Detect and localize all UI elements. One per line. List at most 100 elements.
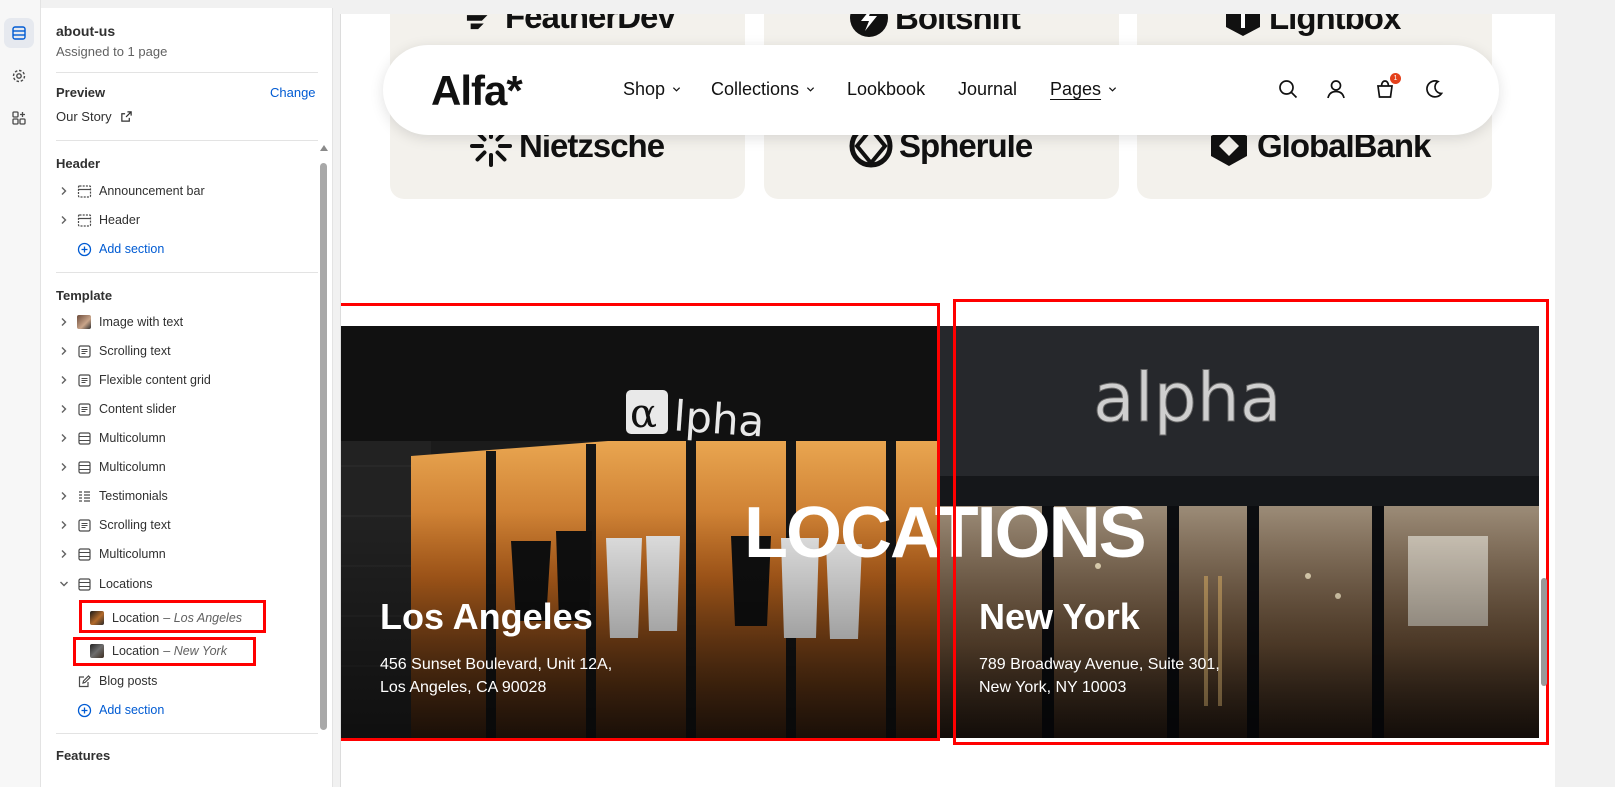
section-multicolumn[interactable]: Multicolumn [56,542,166,566]
columns-icon [76,546,92,562]
nav-lookbook[interactable]: Lookbook [847,79,925,100]
add-section-header-button[interactable]: Add section [56,237,164,261]
dark-mode-moon-icon[interactable] [1423,78,1445,100]
chevron-right-icon[interactable] [56,546,72,562]
plus-circle-icon [76,241,92,257]
section-locations[interactable]: Locations [56,572,153,596]
chevron-right-icon[interactable] [56,401,72,417]
testimonials-icon [76,488,92,504]
icon-rail [0,0,41,787]
section-label: Scrolling text [99,518,171,532]
settings-nav-button[interactable] [4,61,34,91]
section-label: Multicolumn [99,431,166,445]
features-group-title: Features [56,748,111,763]
section-scrolling-text[interactable]: Scrolling text [56,513,171,537]
section-label: Flexible content grid [99,373,211,387]
chevron-right-icon[interactable] [56,183,72,199]
section-label: Announcement bar [99,184,205,198]
section-label: Content slider [99,402,177,416]
section-flexible-content-grid[interactable]: Flexible content grid [56,368,211,392]
highlight-box-los-angeles-card [341,303,940,741]
section-announcement-bar[interactable]: Announcement bar [56,179,205,203]
columns-icon [76,576,92,592]
template-group-title: Template [56,288,113,303]
divider [56,140,318,141]
preview-scrollbar-thumb[interactable] [1541,578,1547,686]
preview-page-name: Our Story [56,109,112,124]
chevron-right-icon[interactable] [56,488,72,504]
section-content-slider[interactable]: Content slider [56,397,176,421]
gear-icon [12,69,26,83]
chevron-down-icon [806,87,815,92]
sections-sidebar: about-us Assigned to 1 page Preview Chan… [41,8,333,787]
section-layout-icon [76,212,92,228]
chevron-right-icon[interactable] [56,459,72,475]
external-link-icon[interactable] [120,110,133,123]
text-block-icon [76,517,92,533]
search-icon[interactable] [1277,78,1299,100]
section-scrolling-text[interactable]: Scrolling text [56,339,171,363]
logo-lightbox: Lightbox [1223,14,1401,38]
chevron-right-icon[interactable] [56,343,72,359]
add-section-label: Add section [99,242,165,256]
account-icon[interactable] [1325,78,1347,100]
chevron-right-icon[interactable] [56,314,72,330]
chevron-right-icon[interactable] [56,372,72,388]
chevron-right-icon[interactable] [56,212,72,228]
divider [56,272,318,273]
chevron-down-icon[interactable] [56,576,72,592]
section-label: Image with text [99,315,184,329]
columns-icon [76,459,92,475]
section-testimonials[interactable]: Testimonials [56,484,168,508]
chevron-down-icon [1108,87,1117,92]
scrollbar-thumb[interactable] [320,163,327,730]
change-preview-link[interactable]: Change [270,85,316,100]
plus-circle-icon [76,702,92,718]
sections-nav-button[interactable] [4,18,34,48]
apps-nav-button[interactable] [4,103,34,133]
store-logo[interactable]: Alfa* [431,67,523,115]
lightbox-logo-icon [1226,14,1260,36]
section-label: Locations [99,577,153,591]
section-multicolumn[interactable]: Multicolumn [56,455,166,479]
preview-label: Preview [56,85,106,100]
section-label: Scrolling text [99,344,171,358]
cart-button[interactable]: 1 [1374,73,1401,100]
apps-icon [12,111,26,125]
text-block-icon [76,343,92,359]
cart-count-badge: 1 [1390,73,1401,84]
section-image-with-text[interactable]: Image with text [56,310,183,334]
chevron-right-icon[interactable] [56,517,72,533]
add-section-template-button[interactable]: Add section [56,698,164,722]
section-label: Blog posts [99,674,158,688]
section-label: Multicolumn [99,460,166,474]
boltshift-logo-icon [850,14,888,37]
nav-journal[interactable]: Journal [958,79,1017,100]
divider [56,72,318,73]
sections-icon [12,26,26,40]
image-thumbnail-icon [76,314,92,330]
nav-collections[interactable]: Collections [711,79,815,100]
section-multicolumn[interactable]: Multicolumn [56,426,166,450]
text-block-icon [76,401,92,417]
header-group-title: Header [56,156,101,171]
section-header[interactable]: Header [56,208,140,232]
preview-value[interactable]: Our Story [56,109,133,124]
page-assignment: Assigned to 1 page [56,44,168,59]
chevron-right-icon[interactable] [56,430,72,446]
logo-boltshift: Boltshift [849,14,1021,38]
store-preview: FeatherDev Boltshift Lightbox Nietzsche … [340,14,1555,787]
highlight-box-los-angeles [79,600,266,633]
section-blog-posts[interactable]: Blog posts [56,669,157,693]
featherdev-logo-icon [466,15,488,30]
nav-shop[interactable]: Shop [623,79,681,100]
section-label: Multicolumn [99,547,166,561]
nav-pages[interactable]: Pages [1050,79,1117,100]
chevron-down-icon [672,87,681,92]
add-section-label: Add section [99,703,165,717]
store-header: Alfa* Shop Collections Lookbook Journal … [383,45,1499,135]
sidebar-scrollbar[interactable] [318,145,329,735]
logo-featherdev: FeatherDev [461,14,676,36]
scroll-up-arrow[interactable] [320,145,328,151]
theme-editor: about-us Assigned to 1 page Preview Chan… [0,0,1615,787]
